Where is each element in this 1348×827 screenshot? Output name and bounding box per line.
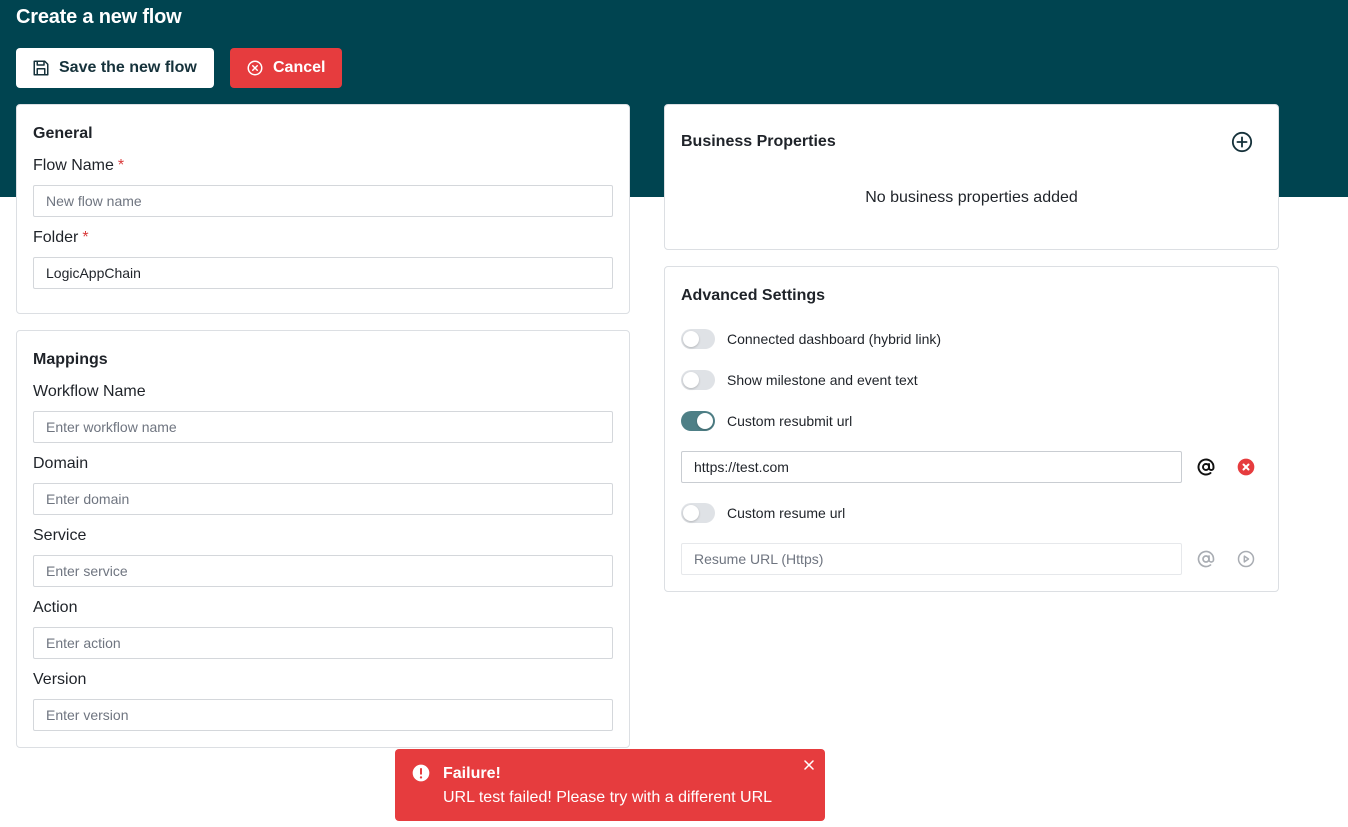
resubmit-url-input[interactable] [681,451,1182,483]
version-label: Version [33,671,87,688]
advanced-settings-card: Advanced Settings Connected dashboard (h… [664,266,1279,592]
advanced-settings-title: Advanced Settings [681,287,826,304]
toast-title: Failure! [443,765,501,782]
save-flow-label: Save the new flow [59,59,197,76]
circle-plus-icon [1231,131,1253,153]
folder-label-text: Folder [33,229,79,246]
test-resume-url-button[interactable] [1235,548,1257,570]
toggle-knob [683,331,699,347]
toggle-knob [683,372,699,388]
folder-input[interactable] [33,257,613,289]
exclamation-circle-icon [412,764,430,782]
connected-dashboard-toggle[interactable] [681,329,715,349]
circle-x-icon [247,60,263,76]
service-label: Service [33,527,87,544]
circle-x-filled-icon [1237,458,1255,476]
floppy-disk-icon [33,60,49,76]
connected-dashboard-label: Connected dashboard (hybrid link) [727,331,942,347]
cancel-button[interactable]: Cancel [230,48,342,88]
show-milestone-toggle[interactable] [681,370,715,390]
required-mark: * [82,229,89,246]
page-title: Create a new flow [16,6,182,28]
business-properties-empty-text: No business properties added [865,189,1078,206]
resume-url-input[interactable] [681,543,1182,575]
custom-resubmit-url-label: Custom resubmit url [727,413,853,429]
flow-name-input[interactable] [33,185,613,217]
business-properties-title: Business Properties [681,133,836,150]
service-input[interactable] [33,555,613,587]
action-label: Action [33,599,78,616]
business-properties-card: Business Properties No business properti… [664,104,1279,250]
mappings-title: Mappings [33,351,108,368]
save-flow-button[interactable]: Save the new flow [16,48,214,88]
general-card: General Flow Name* Folder* [16,104,630,314]
add-business-property-button[interactable] [1231,131,1253,153]
toggle-knob [697,413,713,429]
folder-label: Folder * [33,229,89,247]
workflow-name-input[interactable] [33,411,613,443]
flow-name-label-text: Flow Name [33,157,114,174]
at-sign-icon [1197,550,1215,568]
show-milestone-label: Show milestone and event text [727,372,918,388]
clear-resubmit-url-button[interactable] [1235,456,1257,478]
flow-name-label: Flow Name * [33,157,124,175]
play-circle-icon [1237,550,1255,568]
version-input[interactable] [33,699,613,731]
action-input[interactable] [33,627,613,659]
insert-variable-button[interactable] [1195,456,1217,478]
toggle-knob [683,505,699,521]
failure-toast: Failure! URL test failed! Please try wit… [395,749,825,821]
domain-input[interactable] [33,483,613,515]
toast-message: URL test failed! Please try with a diffe… [443,789,773,806]
required-mark: * [117,157,125,174]
cancel-label: Cancel [273,59,326,76]
at-sign-icon [1197,458,1215,476]
mappings-card: Mappings Workflow Name Domain Service Ac… [16,330,630,748]
close-icon[interactable] [801,757,817,773]
custom-resubmit-url-toggle[interactable] [681,411,715,431]
insert-variable-disabled-button[interactable] [1195,548,1217,570]
domain-label: Domain [33,455,89,472]
workflow-name-label: Workflow Name [33,383,146,400]
general-title: General [33,125,93,142]
custom-resume-url-toggle[interactable] [681,503,715,523]
custom-resume-url-label: Custom resume url [727,505,846,521]
